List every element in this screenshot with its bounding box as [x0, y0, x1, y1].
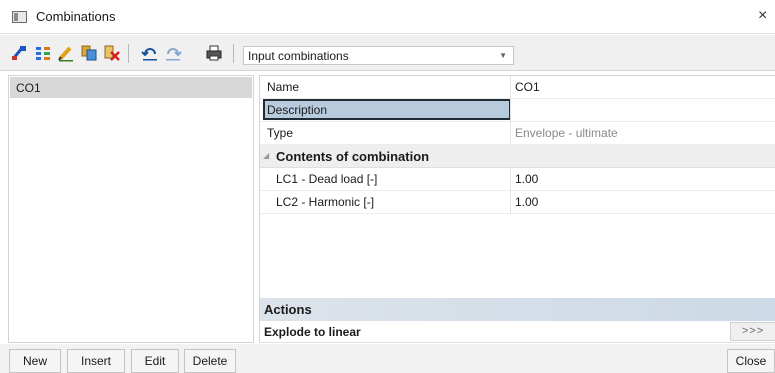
- chevron-down-icon: ▼: [499, 51, 507, 60]
- title-bar: Combinations ×: [0, 0, 775, 34]
- name-value[interactable]: CO1: [515, 80, 540, 94]
- property-label: Description: [267, 103, 328, 117]
- action-row-explode: Explode to linear >>>: [260, 321, 775, 343]
- actions-title: Actions: [264, 302, 312, 317]
- property-row-name[interactable]: Name CO1: [260, 76, 775, 99]
- properties-panel: Name CO1 Description Type Envelope - ult…: [259, 75, 775, 343]
- contents-section-header[interactable]: ◢ Contents of combination: [260, 145, 775, 168]
- window-title: Combinations: [36, 9, 116, 24]
- generate-icon[interactable]: [34, 44, 52, 62]
- property-label: LC2 - Harmonic [-]: [276, 195, 375, 209]
- property-row-description[interactable]: Description: [260, 99, 775, 122]
- lc2-coefficient-value[interactable]: 1.00: [515, 195, 538, 209]
- column-divider: [510, 122, 511, 144]
- new-button[interactable]: New: [9, 349, 61, 373]
- action-label: Explode to linear: [264, 325, 361, 339]
- property-row-lc1[interactable]: LC1 - Dead load [-] 1.00: [260, 168, 775, 191]
- column-divider: [510, 76, 511, 98]
- toolbar-separator: [233, 44, 234, 63]
- property-label: Type: [267, 126, 294, 140]
- property-row-type[interactable]: Type Envelope - ultimate: [260, 122, 775, 145]
- toolbar: Input combinations ▼: [0, 35, 775, 71]
- print-icon[interactable]: [205, 44, 223, 62]
- section-title: Contents of combination: [276, 149, 430, 164]
- property-row-lc2[interactable]: LC2 - Harmonic [-] 1.00: [260, 191, 775, 214]
- combination-filter-select[interactable]: Input combinations ▼: [243, 46, 514, 65]
- edit-icon[interactable]: [57, 44, 75, 62]
- collapse-caret-icon[interactable]: ◢: [263, 151, 269, 160]
- list-item[interactable]: CO1: [10, 77, 252, 98]
- button-bar: New Insert Edit Delete Close: [0, 344, 775, 373]
- redo-icon[interactable]: [164, 44, 182, 62]
- delete-icon[interactable]: [103, 44, 121, 62]
- actions-header: Actions: [260, 298, 775, 321]
- combination-list: CO1: [8, 75, 254, 343]
- copy-icon[interactable]: [80, 44, 98, 62]
- close-button[interactable]: Close: [727, 349, 775, 373]
- list-item-label: CO1: [16, 81, 41, 95]
- column-divider: [510, 191, 511, 213]
- edit-button[interactable]: Edit: [131, 349, 179, 373]
- window-icon: [12, 11, 27, 23]
- column-divider: [510, 168, 511, 190]
- insert-button[interactable]: Insert: [67, 349, 125, 373]
- explode-to-linear-button[interactable]: >>>: [730, 322, 775, 341]
- undo-icon[interactable]: [141, 44, 159, 62]
- toolbar-separator: [128, 44, 129, 63]
- delete-button[interactable]: Delete: [184, 349, 236, 373]
- close-window-button[interactable]: ×: [758, 7, 775, 25]
- property-label: LC1 - Dead load [-]: [276, 172, 378, 186]
- lc1-coefficient-value[interactable]: 1.00: [515, 172, 538, 186]
- property-label: Name: [267, 80, 300, 94]
- type-value: Envelope - ultimate: [515, 126, 618, 140]
- column-divider: [510, 99, 511, 121]
- combination-filter-value: Input combinations: [248, 49, 349, 63]
- new-combination-icon[interactable]: [10, 44, 28, 62]
